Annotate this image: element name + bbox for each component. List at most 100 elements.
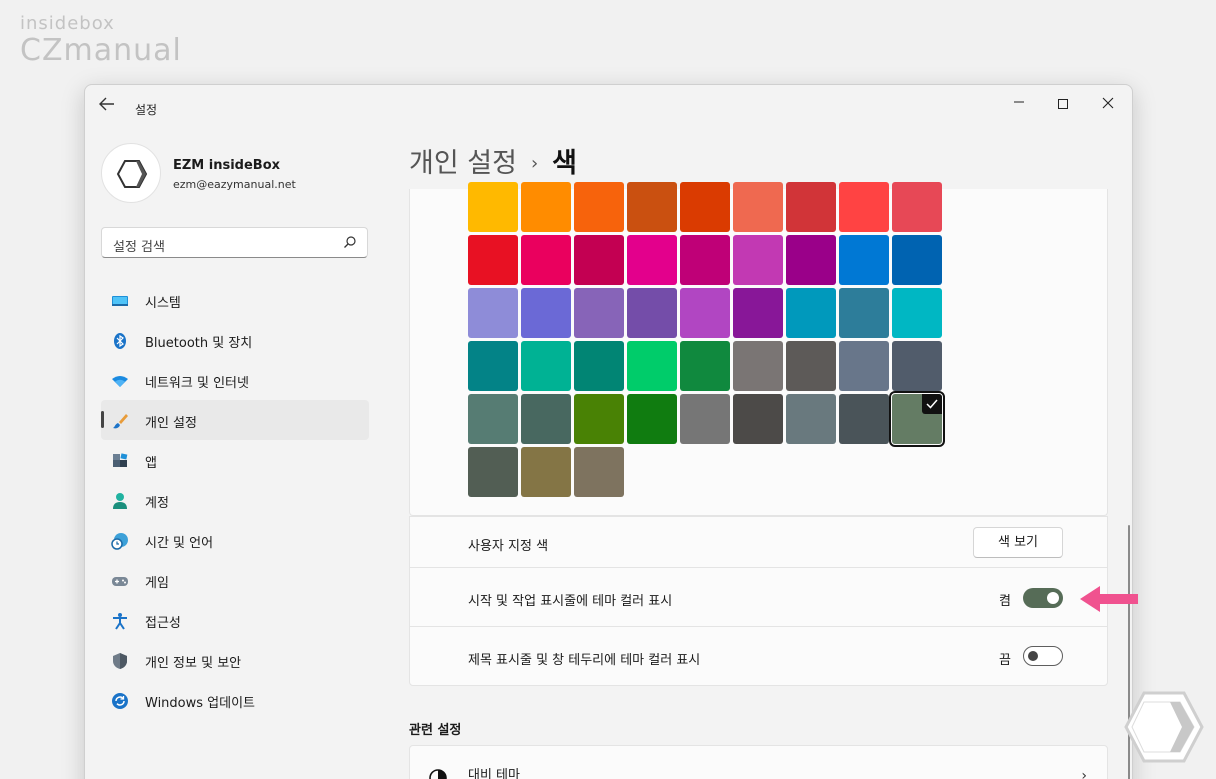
color-swatch[interactable] (521, 235, 571, 285)
color-swatch[interactable] (892, 341, 942, 391)
sidebar-item-personalization[interactable]: 개인 설정 (101, 400, 369, 440)
color-swatch[interactable] (733, 288, 783, 338)
color-swatch[interactable] (839, 288, 889, 338)
color-swatch[interactable] (627, 341, 677, 391)
sidebar-item-apps[interactable]: 앱 (101, 440, 369, 480)
color-swatch[interactable] (839, 341, 889, 391)
color-swatch[interactable] (680, 182, 730, 232)
color-swatch[interactable] (468, 394, 518, 444)
chevron-right-icon: › (1081, 768, 1087, 779)
page-title: 색 (552, 148, 577, 179)
sidebar-item-windows-update[interactable]: Windows 업데이트 (101, 680, 369, 720)
sidebar-item-label: 계정 (145, 496, 169, 511)
color-swatch[interactable] (839, 235, 889, 285)
color-swatch[interactable] (680, 235, 730, 285)
sidebar-item-accessibility[interactable]: 접근성 (101, 600, 369, 640)
color-swatch[interactable] (733, 341, 783, 391)
close-icon (1102, 97, 1114, 109)
contrast-themes-link[interactable]: 대비 테마 › (409, 745, 1108, 779)
color-swatch[interactable] (521, 288, 571, 338)
brush-icon (113, 414, 128, 429)
color-swatch[interactable] (574, 394, 624, 444)
close-button[interactable] (1088, 91, 1128, 117)
titlebar-accent-toggle[interactable] (1023, 646, 1063, 666)
color-swatch[interactable] (574, 288, 624, 338)
color-swatch[interactable] (468, 447, 518, 497)
back-arrow-icon (99, 97, 114, 111)
title-bar: 설정 (85, 85, 1132, 119)
color-swatch[interactable] (733, 182, 783, 232)
avatar (101, 143, 161, 203)
color-swatch[interactable] (892, 235, 942, 285)
color-swatch[interactable] (468, 341, 518, 391)
breadcrumb: 개인 설정 › 색 (409, 141, 577, 180)
color-swatch[interactable] (680, 394, 730, 444)
color-swatch[interactable] (521, 447, 571, 497)
sidebar-item-label: 시스템 (145, 296, 181, 311)
related-settings-heading: 관련 설정 (409, 723, 462, 738)
sidebar-item-label: 접근성 (145, 616, 181, 631)
color-swatch[interactable] (786, 235, 836, 285)
color-swatch[interactable] (574, 182, 624, 232)
color-swatch[interactable] (574, 235, 624, 285)
profile-email: ezm@eazymanual.net (173, 178, 296, 191)
color-swatch[interactable] (733, 235, 783, 285)
color-swatch[interactable] (889, 391, 945, 447)
breadcrumb-parent[interactable]: 개인 설정 (409, 148, 517, 179)
color-swatch[interactable] (627, 394, 677, 444)
color-swatch[interactable] (521, 341, 571, 391)
titlebar-accent-label: 제목 표시줄 및 창 테두리에 테마 컬러 표시 (468, 653, 701, 668)
sidebar-item-accounts[interactable]: 계정 (101, 480, 369, 520)
sidebar-item-gaming[interactable]: 게임 (101, 560, 369, 600)
color-swatch[interactable] (786, 288, 836, 338)
color-swatch[interactable] (574, 341, 624, 391)
color-swatch[interactable] (839, 394, 889, 444)
sidebar-item-bluetooth[interactable]: Bluetooth 및 장치 (101, 320, 369, 360)
titlebar-accent-state: 끔 (999, 653, 1011, 668)
back-button[interactable] (99, 97, 119, 113)
sidebar-item-label: 시간 및 언어 (145, 536, 214, 551)
color-swatch[interactable] (680, 341, 730, 391)
sidebar-item-label: 게임 (145, 576, 169, 591)
color-swatch[interactable] (627, 288, 677, 338)
color-swatch[interactable] (680, 288, 730, 338)
search-input[interactable]: 설정 검색 (101, 227, 368, 258)
gamepad-icon (112, 577, 128, 586)
taskbar-accent-state: 켬 (999, 594, 1011, 609)
color-swatch[interactable] (468, 288, 518, 338)
color-swatch[interactable] (521, 394, 571, 444)
maximize-button[interactable] (1043, 91, 1083, 117)
sidebar-item-system[interactable]: 시스템 (101, 280, 369, 320)
color-swatch[interactable] (627, 182, 677, 232)
color-swatch[interactable] (839, 182, 889, 232)
minimize-button[interactable] (999, 91, 1039, 117)
taskbar-accent-row: 시작 및 작업 표시줄에 테마 컬러 표시 켬 (409, 567, 1108, 627)
sidebar-item-network[interactable]: 네트워크 및 인터넷 (101, 360, 369, 400)
accessibility-icon (113, 613, 127, 630)
color-swatch[interactable] (733, 394, 783, 444)
color-swatch[interactable] (521, 182, 571, 232)
bluetooth-icon (114, 333, 126, 349)
color-swatch[interactable] (574, 447, 624, 497)
person-icon (113, 493, 127, 509)
color-swatch[interactable] (786, 394, 836, 444)
search-placeholder: 설정 검색 (113, 240, 165, 255)
color-swatch[interactable] (892, 288, 942, 338)
sidebar-item-privacy-security[interactable]: 개인 정보 및 보안 (101, 640, 369, 680)
hexagon-logo-icon (116, 160, 148, 188)
watermark: insidebox CZmanual (20, 14, 182, 68)
view-colors-button[interactable]: 색 보기 (973, 527, 1063, 558)
windows-colors-card (409, 182, 1108, 516)
color-swatch[interactable] (786, 182, 836, 232)
custom-color-label: 사용자 지정 색 (468, 539, 549, 554)
taskbar-accent-toggle[interactable] (1023, 588, 1063, 608)
wifi-icon (112, 376, 128, 387)
color-swatch[interactable] (468, 182, 518, 232)
color-swatch[interactable] (892, 182, 942, 232)
sidebar-item-time-language[interactable]: 시간 및 언어 (101, 520, 369, 560)
color-swatch[interactable] (468, 235, 518, 285)
color-swatch[interactable] (627, 235, 677, 285)
update-icon (112, 693, 128, 709)
toggle-knob (1047, 592, 1059, 604)
color-swatch[interactable] (786, 341, 836, 391)
